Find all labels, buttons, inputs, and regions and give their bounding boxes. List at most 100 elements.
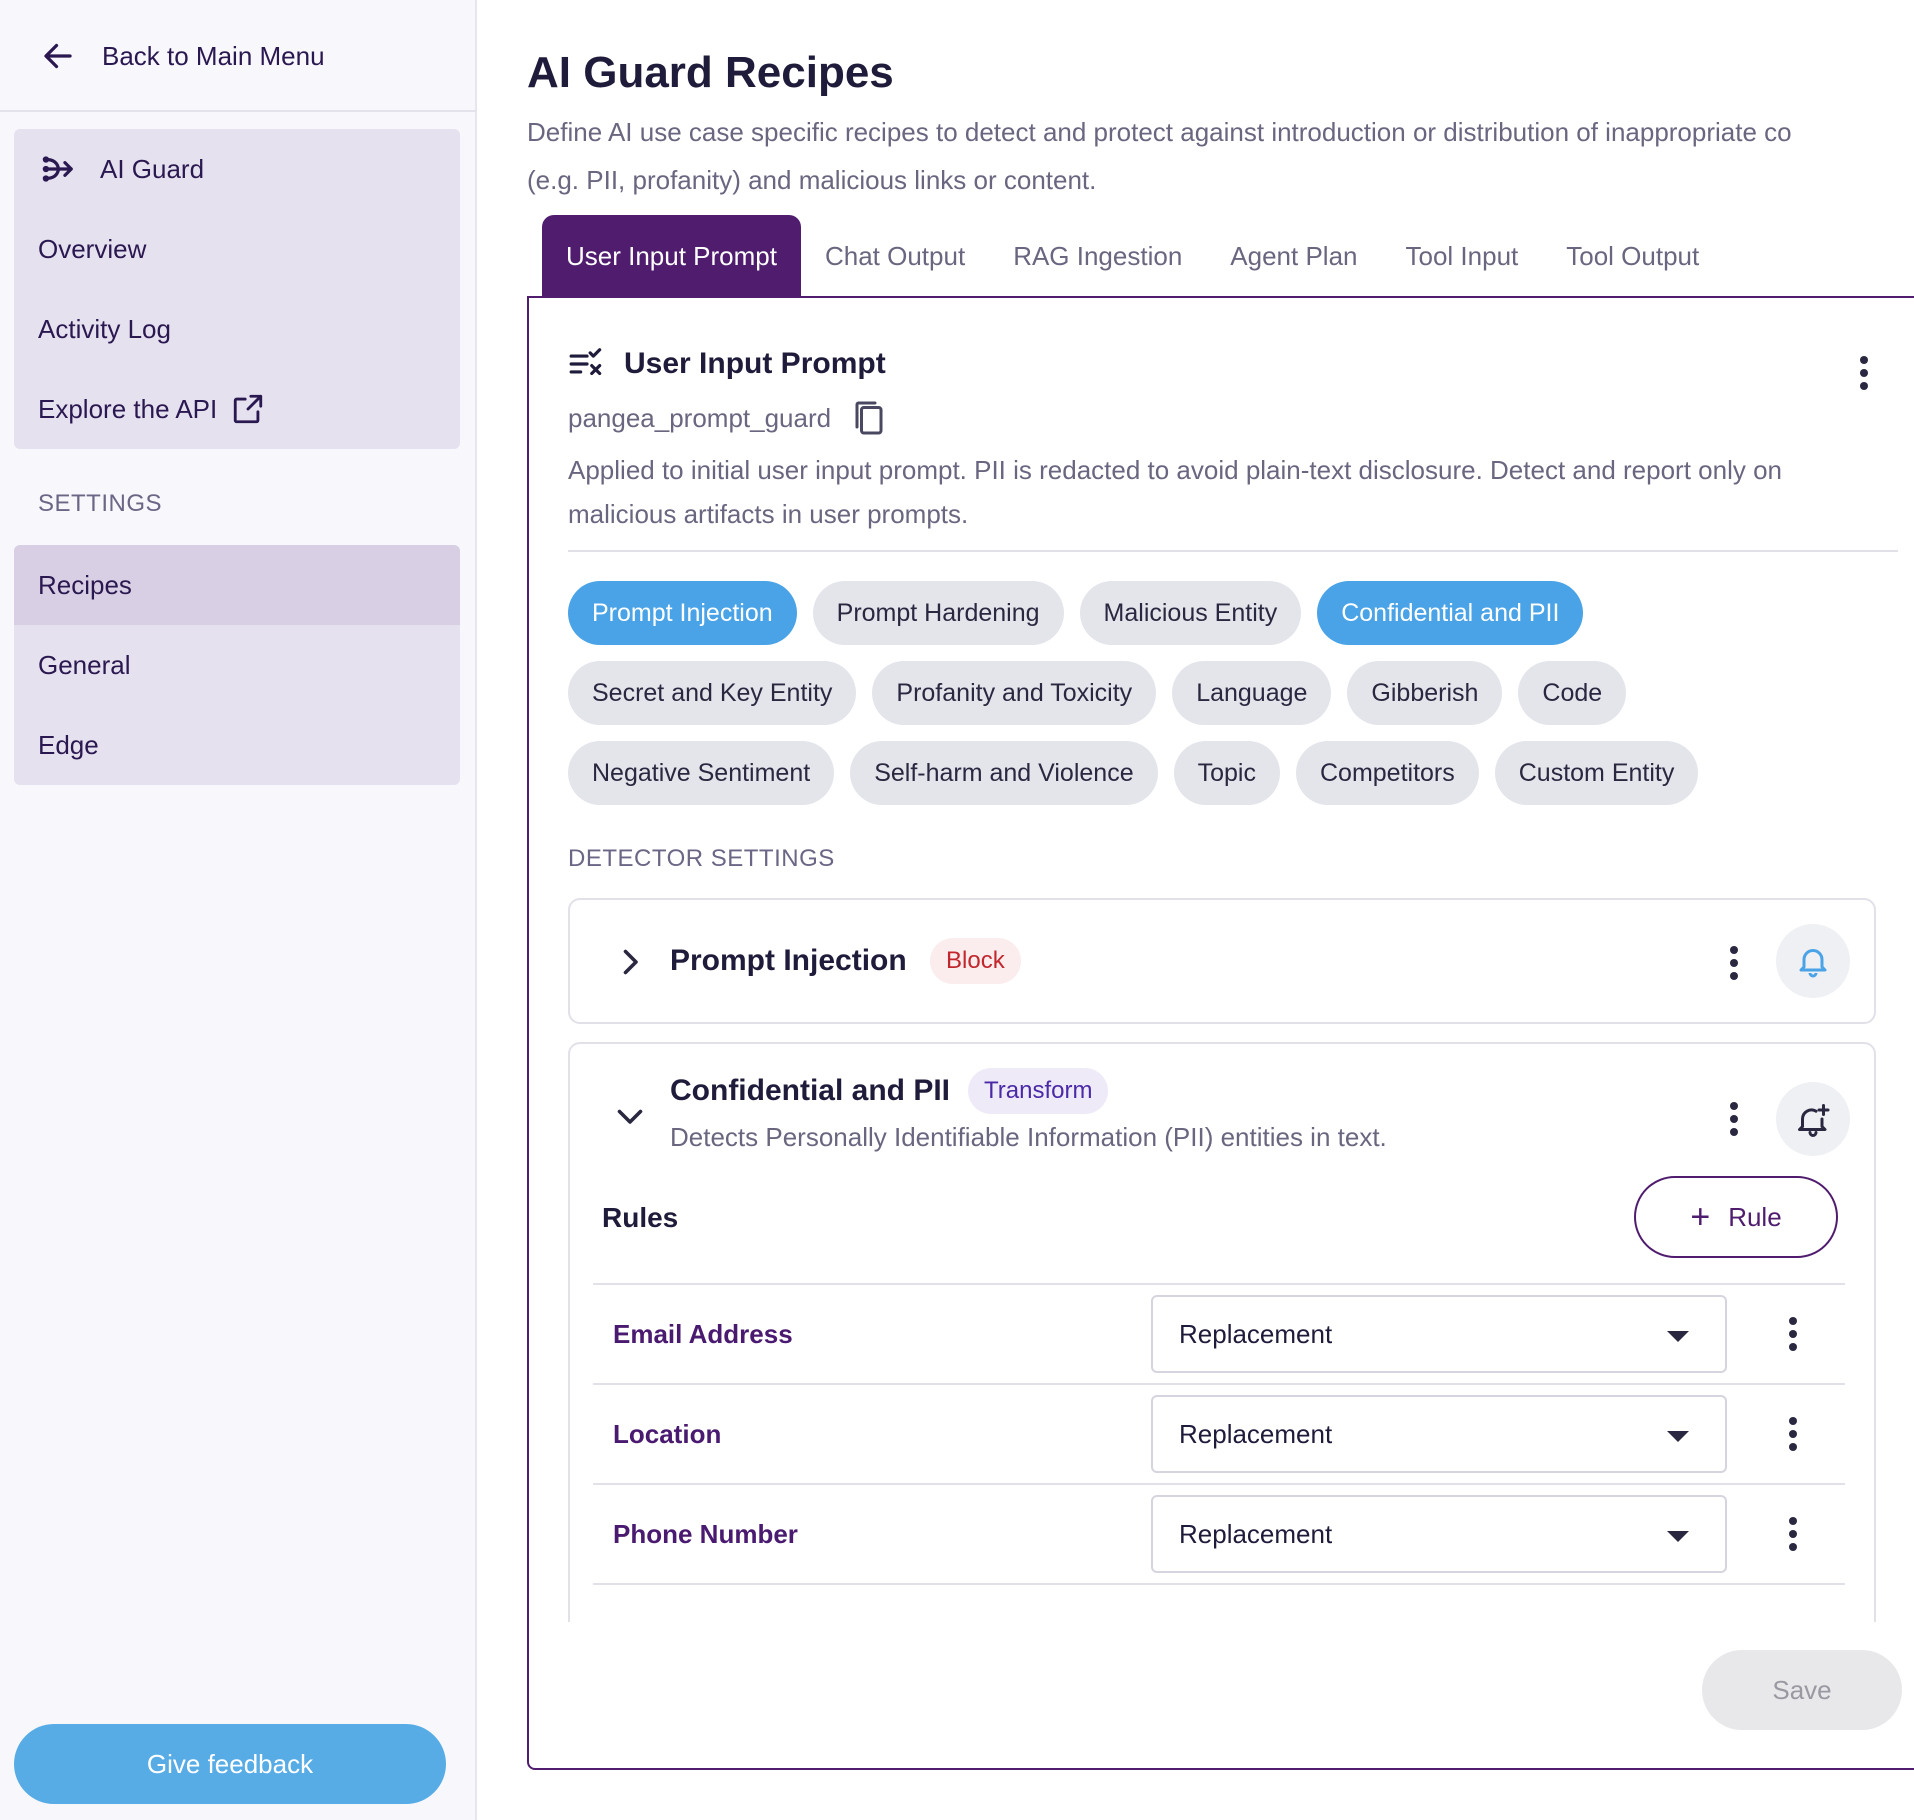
- detector-chip-custom-entity[interactable]: Custom Entity: [1494, 741, 1699, 805]
- tab-agent-plan[interactable]: Agent Plan: [1206, 215, 1381, 297]
- caret-down-icon: [1667, 1531, 1689, 1542]
- rule-more-menu-icon[interactable]: [1773, 1509, 1813, 1559]
- add-rule-label: Rule: [1728, 1201, 1782, 1232]
- sidebar-item-label: Recipes: [38, 569, 132, 600]
- sidebar-item-activity-log[interactable]: Activity Log: [14, 289, 460, 369]
- rule-more-menu-icon[interactable]: [1773, 1309, 1813, 1359]
- sidebar-item-label: Edge: [38, 729, 99, 760]
- tab-rag-ingestion[interactable]: RAG Ingestion: [989, 215, 1206, 297]
- settings-section-label: SETTINGS: [38, 490, 163, 517]
- recipe-title: User Input Prompt: [624, 347, 886, 380]
- caret-down-icon: [1667, 1331, 1689, 1342]
- tab-tool-input[interactable]: Tool Input: [1382, 215, 1543, 297]
- plus-icon: +: [1690, 1198, 1711, 1236]
- sidebar-item-label: Overview: [38, 233, 147, 264]
- rule-method-value: Replacement: [1179, 1518, 1333, 1549]
- ai-guard-icon: [42, 156, 73, 182]
- bell-icon: [1799, 949, 1827, 978]
- sidebar-item-overview[interactable]: Overview: [14, 209, 460, 289]
- detector-more-menu-icon[interactable]: [1714, 938, 1754, 988]
- detector-chip-confidential-and-pii[interactable]: Confidential and PII: [1317, 581, 1584, 645]
- subtitle-line: Define AI use case specific recipes to d…: [527, 117, 1792, 147]
- sidebar-item-recipes[interactable]: Recipes: [14, 545, 460, 625]
- detector-chip-profanity-and-toxicity[interactable]: Profanity and Toxicity: [872, 661, 1157, 725]
- add-rule-button[interactable]: + Rule: [1634, 1176, 1838, 1258]
- rule-name: Location: [613, 1419, 722, 1449]
- recipe-tabs: User Input Prompt Chat Output RAG Ingest…: [542, 215, 1723, 297]
- tab-tool-output[interactable]: Tool Output: [1542, 215, 1723, 297]
- detector-more-menu-icon[interactable]: [1714, 1094, 1754, 1144]
- tab-chat-output[interactable]: Chat Output: [801, 215, 989, 297]
- rule-method-select[interactable]: Replacement: [1151, 1295, 1727, 1373]
- rule-method-value: Replacement: [1179, 1318, 1333, 1349]
- copy-icon[interactable]: [851, 398, 887, 438]
- external-link-icon: [234, 394, 263, 424]
- give-feedback-button[interactable]: Give feedback: [14, 1724, 446, 1804]
- sidebar-item-edge[interactable]: Edge: [14, 705, 460, 785]
- recipe-description: Applied to initial user input prompt. PI…: [568, 455, 1782, 529]
- detector-card-title: Prompt Injection: [670, 944, 907, 977]
- recipe-key-row: pangea_prompt_guard: [568, 398, 887, 438]
- rule-method-select[interactable]: Replacement: [1151, 1495, 1727, 1573]
- detector-chip-row: Negative Sentiment Self-harm and Violence…: [568, 741, 1898, 805]
- rule-more-menu-icon[interactable]: [1773, 1409, 1813, 1459]
- sidebar: Back to Main Menu AI Guard Overview Acti…: [0, 0, 477, 1820]
- rule-row: Email Address Replacement: [593, 1283, 1845, 1383]
- settings-nav-group: Recipes General Edge: [14, 545, 460, 785]
- back-label: Back to Main Menu: [102, 40, 325, 71]
- subtitle-line: (e.g. PII, profanity) and malicious link…: [527, 165, 1097, 195]
- sidebar-item-ai-guard[interactable]: AI Guard: [14, 129, 460, 209]
- detector-chip-code[interactable]: Code: [1518, 661, 1627, 725]
- sidebar-item-label: AI Guard: [100, 153, 205, 184]
- rule-row: Phone Number Replacement: [593, 1483, 1845, 1585]
- detector-card-description: Detects Personally Identifiable Informat…: [670, 1122, 1387, 1152]
- recipe-checklist-icon: [569, 348, 602, 376]
- detector-chip-gibberish[interactable]: Gibberish: [1347, 661, 1503, 725]
- detector-card-title: Confidential and PII: [670, 1074, 951, 1107]
- notification-bell-button[interactable]: [1776, 924, 1850, 998]
- detector-chip-negative-sentiment[interactable]: Negative Sentiment: [568, 741, 835, 805]
- recipe-more-menu-icon[interactable]: [1844, 348, 1884, 398]
- arrow-left-icon: [44, 43, 72, 69]
- chevron-right-icon[interactable]: [612, 944, 648, 980]
- chevron-down-icon[interactable]: [612, 1098, 648, 1134]
- action-badge-block: Block: [930, 938, 1021, 984]
- rule-method-value: Replacement: [1179, 1418, 1333, 1449]
- detector-chip-topic[interactable]: Topic: [1173, 741, 1280, 805]
- sidebar-item-label: Activity Log: [38, 313, 171, 344]
- recipe-divider: [568, 550, 1898, 552]
- detector-chip-competitors[interactable]: Competitors: [1295, 741, 1479, 805]
- page-title: AI Guard Recipes: [527, 48, 894, 97]
- caret-down-icon: [1667, 1431, 1689, 1442]
- detector-chip-secret-and-key-entity[interactable]: Secret and Key Entity: [568, 661, 857, 725]
- service-nav-group: AI Guard Overview Activity Log Explore t…: [14, 129, 460, 449]
- save-button[interactable]: Save: [1702, 1650, 1902, 1730]
- detector-chip-row: Secret and Key Entity Profanity and Toxic…: [568, 661, 1898, 725]
- rule-name: Email Address: [613, 1319, 793, 1349]
- recipe-key: pangea_prompt_guard: [568, 402, 832, 433]
- detector-chips: Prompt Injection Prompt Hardening Maliciou…: [568, 581, 1898, 821]
- tab-user-input-prompt[interactable]: User Input Prompt: [542, 215, 801, 297]
- bell-plus-icon: [1798, 1104, 1830, 1137]
- rules-label: Rules: [602, 1202, 679, 1233]
- action-badge-transform: Transform: [968, 1068, 1109, 1114]
- sidebar-item-label: General: [38, 649, 131, 680]
- detector-chip-malicious-entity[interactable]: Malicious Entity: [1079, 581, 1302, 645]
- recipe-header: User Input Prompt: [568, 345, 886, 383]
- detector-chip-language[interactable]: Language: [1172, 661, 1332, 725]
- sidebar-item-general[interactable]: General: [14, 625, 460, 705]
- page-subtitle: Define AI use case specific recipes to d…: [527, 108, 1914, 204]
- sidebar-item-explore-api[interactable]: Explore the API: [14, 369, 460, 449]
- rule-name: Phone Number: [613, 1519, 798, 1549]
- rule-method-select[interactable]: Replacement: [1151, 1395, 1727, 1473]
- detector-chip-row: Prompt Injection Prompt Hardening Maliciou…: [568, 581, 1898, 645]
- detector-chip-prompt-hardening[interactable]: Prompt Hardening: [812, 581, 1064, 645]
- detector-chip-prompt-injection[interactable]: Prompt Injection: [568, 581, 797, 645]
- detector-settings-label: DETECTOR SETTINGS: [568, 845, 835, 872]
- back-to-main-menu-link[interactable]: Back to Main Menu: [40, 30, 325, 82]
- rule-row: Location Replacement: [593, 1383, 1845, 1483]
- sidebar-item-label: Explore the API: [38, 393, 218, 424]
- detector-chip-self-harm-and-violence[interactable]: Self-harm and Violence: [850, 741, 1158, 805]
- detector-card-prompt-injection: Prompt Injection Block: [568, 898, 1876, 1024]
- add-notification-button[interactable]: [1776, 1082, 1850, 1156]
